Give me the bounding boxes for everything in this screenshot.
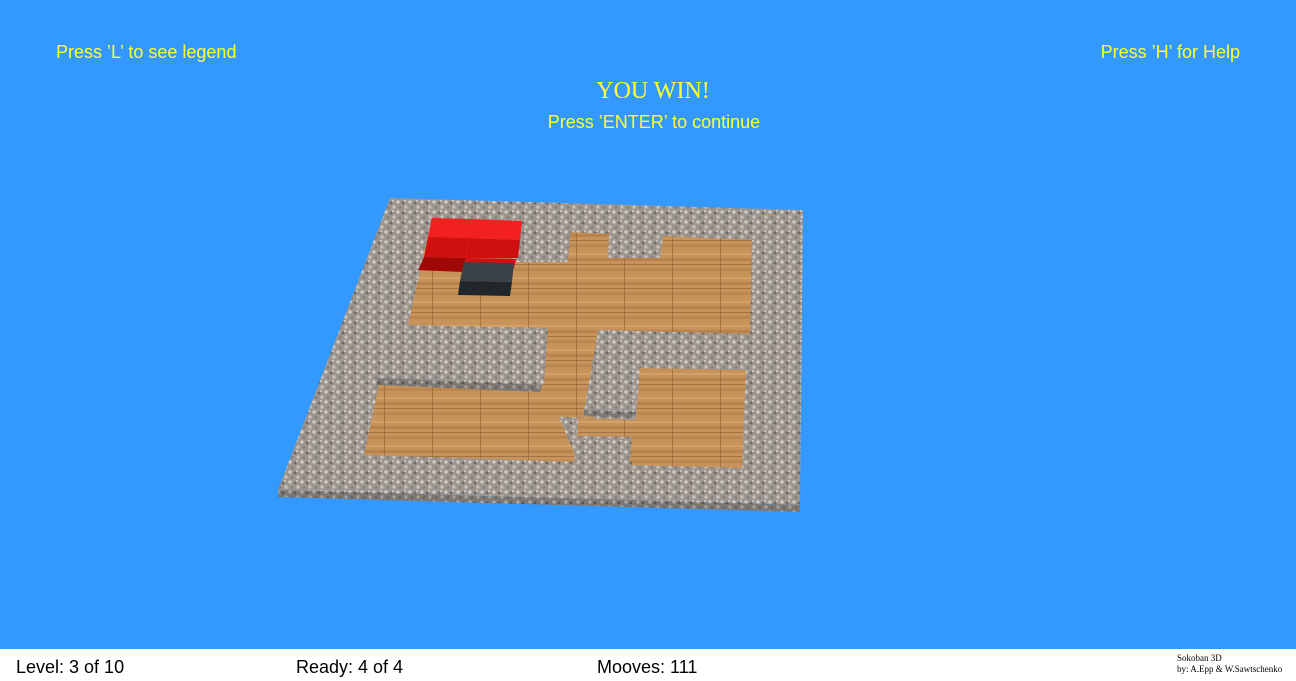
ready-status: Ready: 4 of 4: [296, 657, 404, 677]
box-on-goal: [466, 219, 522, 258]
floor-lower-right: [632, 368, 746, 468]
moves-counter: Mooves: 111: [597, 657, 698, 677]
status-bar: Level: 3 of 10 Ready: 4 of 4 Mooves: 111…: [0, 649, 1296, 681]
inner-wall-top-left: [512, 210, 572, 262]
level-status: Level: 3 of 10: [16, 657, 125, 677]
credits: Sokoban 3D by: A.Epp & W.Sawtschenko: [1177, 653, 1282, 675]
inner-wall-left-bar: [380, 325, 548, 385]
credits-authors: by: A.Epp & W.Sawtschenko: [1177, 664, 1283, 674]
floor-lower-left: [364, 380, 578, 462]
player-block: [458, 262, 514, 296]
credits-title: Sokoban 3D: [1177, 653, 1222, 663]
inner-wall-top-mid: [608, 220, 665, 258]
inner-wall-bottom-stub: [574, 436, 632, 462]
game-board[interactable]: [0, 0, 1296, 649]
